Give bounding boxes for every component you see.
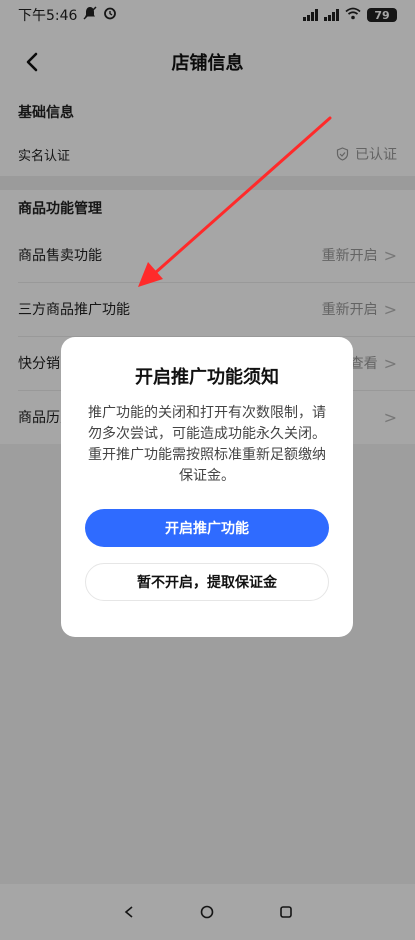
withdraw-deposit-button[interactable]: 暂不开启，提取保证金 (85, 563, 329, 601)
screen: 下午5:46 79 店铺信息 基础信息 实名认证 已认证 商品功能管理 商品售卖… (0, 0, 415, 940)
promo-notice-dialog: 开启推广功能须知 推广功能的关闭和打开有次数限制，请勿多次尝试，可能造成功能永久… (61, 337, 353, 637)
dialog-message: 推广功能的关闭和打开有次数限制，请勿多次尝试，可能造成功能永久关闭。重开推广功能… (88, 405, 326, 484)
enable-promo-button[interactable]: 开启推广功能 (85, 509, 329, 547)
dialog-title: 开启推广功能须知 (135, 367, 279, 388)
